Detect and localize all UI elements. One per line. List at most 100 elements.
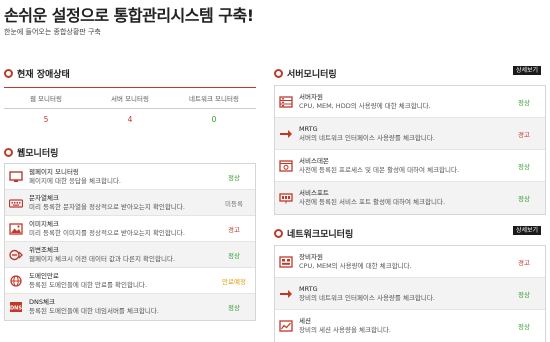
server-monitor-item-text: 서비스데몬 사전에 등록된 프로세스 및 데몬 활성에 대하여 체크합니다. (299, 157, 503, 175)
network-monitor-item-status: 경고 (518, 258, 530, 267)
mrtg-icon (279, 288, 293, 300)
ring-bullet-icon (274, 69, 283, 78)
server-monitor-item[interactable]: 서버자원 CPU, MEM, HDD의 사용량에 대한 체크합니다. 정상 (275, 86, 545, 118)
ring-bullet-icon (274, 229, 283, 238)
tamper-icon (9, 249, 23, 261)
web-monitor-item-text: 도메인만료 등록된 도메인들에 대한 만료를 확인합니다. (29, 272, 213, 290)
server-monitor-item-status: 경고 (518, 130, 530, 139)
server-monitor-item-status: 정상 (518, 98, 530, 107)
server-monitor-item-title: MRTG (299, 124, 318, 133)
status-header-row: 웹 모니터링 서버 모니터링 네트워크 모니터링 (4, 88, 256, 109)
status-value-network[interactable]: 0 (172, 115, 256, 124)
web-monitor-item-status: 정상 (228, 304, 240, 312)
web-monitor-item-status: 만료예정 (222, 277, 246, 286)
daemon-icon (279, 159, 293, 172)
web-monitor-item[interactable]: 도메인만료 등록된 도메인들에 대한 만료를 확인합니다. 만료예정 (5, 268, 255, 294)
web-monitor-item[interactable]: 문자열체크 미리 등록한 문자열을 정상적으로 받아오는지 확인합니다. 미등록 (5, 190, 255, 216)
web-monitor-item[interactable]: 이미지체크 미리 등록한 이미지를 정상적으로 받아오는지 확인합니다. 경고 (5, 216, 255, 242)
dns-icon: DNS (9, 301, 23, 313)
server-monitor-item-title: 서비스포트 (299, 189, 329, 197)
web-monitor-item-text: 웹페이지 모니터링 페이지에 대한 응답을 체크합니다. (29, 168, 213, 186)
web-monitor-item-status: 경고 (228, 225, 240, 234)
network-monitor-item-title: 세션 (299, 317, 311, 325)
network-monitor-item-desc: 장비의 네트워크 인터페이스 사용량를 체크합니다. (299, 293, 435, 302)
web-monitor-item-status: 미등록 (225, 199, 243, 208)
globe-icon (9, 274, 23, 287)
ring-bullet-icon (4, 148, 13, 157)
server-monitor-item-title: 서비스데몬 (299, 156, 329, 165)
web-monitoring-heading: 웹모니터링 (4, 146, 58, 159)
server-monitor-item[interactable]: MRTG 서버의 네트워크 인터페이스 사용량를 체크합니다. 경고 (275, 118, 545, 150)
web-monitor-item-status: 정상 (228, 251, 240, 260)
server-monitor-item-status: 정상 (518, 162, 530, 171)
web-monitor-item-text: 이미지체크 미리 등록한 이미지를 정상적으로 받아오는지 확인합니다. (29, 220, 213, 238)
web-monitor-item-desc: 페이지에 대한 응답을 체크합니다. (29, 176, 121, 185)
web-monitoring-title: 웹모니터링 (17, 149, 59, 159)
web-monitor-item-title: 도메인만료 (29, 271, 59, 280)
web-monitor-item-desc: 미리 등록한 문자열을 정상적으로 받아오는지 확인합니다. (29, 202, 185, 211)
current-status-title: 현재 장애상태 (17, 70, 70, 80)
web-monitor-item-title: 웹페이지 모니터링 (29, 167, 79, 176)
server-monitor-item-status: 정상 (518, 195, 530, 203)
port-icon (279, 192, 293, 204)
network-monitor-item[interactable]: MRTG 장비의 네트워크 인터페이스 사용량를 체크합니다. 정상 (275, 278, 545, 310)
web-monitor-item[interactable]: 웹페이지 모니터링 페이지에 대한 응답을 체크합니다. 정상 (5, 164, 255, 190)
network-monitor-item-desc: 장비의 세션 사용량을 체크합니다. (299, 326, 391, 334)
web-monitor-item-title: 이미지체크 (29, 219, 59, 228)
session-icon (279, 320, 293, 332)
network-monitor-item-title: 장비자원 (299, 252, 323, 261)
web-monitor-item-text: 문자열체크 미리 등록한 문자열을 정상적으로 받아오는지 확인합니다. (29, 194, 213, 212)
network-monitoring-heading: 네트워크모니터링 (274, 227, 353, 240)
keyboard-icon (9, 197, 23, 209)
status-col-web: 웹 모니터링 (30, 95, 62, 103)
server-monitor-item-text: 서버자원 CPU, MEM, HDD의 사용량에 대한 체크합니다. (299, 93, 503, 111)
server-icon (279, 95, 293, 108)
web-monitor-item-desc: 미리 등록한 이미지를 정상적으로 받아오는지 확인합니다. (29, 228, 185, 237)
server-monitoring-title: 서버모니터링 (287, 70, 337, 80)
svg-text:DNS: DNS (10, 305, 22, 311)
web-monitor-item[interactable]: 위변조체크 웹페이지 체크시 이전 데이터 값과 다른지 확인합니다. 정상 (5, 242, 255, 268)
web-monitor-item-desc: 등록된 도메인들에 대한 만료를 확인합니다. (29, 280, 147, 289)
network-monitoring-list: 장비자원 CPU, MEM의 사용량에 대한 체크합니다. 경고 MRTG 장비의 네트… (274, 245, 546, 342)
device-icon (279, 255, 293, 268)
network-monitor-item[interactable]: 장비자원 CPU, MEM의 사용량에 대한 체크합니다. 경고 (275, 246, 545, 278)
server-more-button[interactable]: 상세보기 (513, 66, 542, 75)
server-monitor-item-title: 서버자원 (299, 92, 323, 101)
web-monitor-item-title: 문자열체크 (29, 193, 59, 202)
web-monitor-item-text: DNS체크 등록된 도메인들에 대한 네임서버를 체크합니다. (29, 298, 213, 316)
status-col-server: 서버 모니터링 (111, 95, 149, 103)
network-more-button[interactable]: 상세보기 (513, 226, 542, 235)
web-monitor-item-title: DNS체크 (29, 298, 55, 306)
network-monitor-item-status: 정상 (518, 290, 530, 299)
network-monitor-item[interactable]: 세션 장비의 세션 사용량을 체크합니다. 정상 (275, 310, 545, 342)
page-title: 손쉬운 설정으로 통합관리시스템 구축! (4, 6, 254, 25)
web-monitor-item-desc: 웹페이지 체크시 이전 데이터 값과 다른지 확인합니다. (29, 254, 176, 263)
network-monitor-item-status: 정상 (518, 323, 530, 331)
status-value-server[interactable]: 4 (88, 115, 172, 124)
server-monitor-item-text: MRTG 서버의 네트워크 인터페이스 사용량를 체크합니다. (299, 125, 503, 143)
server-monitoring-list: 서버자원 CPU, MEM, HDD의 사용량에 대한 체크합니다. 정상 MRTG 서… (274, 85, 546, 215)
server-monitor-item-text: 서비스포트 사전에 등록된 서비스 포트 활성에 대하여 체크합니다. (299, 189, 503, 207)
image-icon (9, 222, 23, 235)
web-monitor-item-title: 위변조체크 (29, 245, 59, 254)
status-col-network: 네트워크 모니터링 (189, 95, 239, 103)
status-value-row: 5 4 0 (4, 109, 256, 130)
server-monitor-item-desc: CPU, MEM, HDD의 사용량에 대한 체크합니다. (299, 101, 431, 110)
network-monitor-item-text: MRTG 장비의 네트워크 인터페이스 사용량를 체크합니다. (299, 285, 503, 303)
page-subtitle: 한눈에 들어오는 종합상황판 구축 (4, 28, 101, 36)
mrtg-icon (279, 128, 293, 140)
web-monitor-item[interactable]: DNS DNS체크 등록된 도메인들에 대한 네임서버를 체크합니다. 정상 (5, 294, 255, 320)
network-monitor-item-text: 세션 장비의 세션 사용량을 체크합니다. (299, 317, 503, 335)
server-monitor-item[interactable]: 서비스데몬 사전에 등록된 프로세스 및 데몬 활성에 대하여 체크합니다. 정상 (275, 150, 545, 182)
web-monitor-item-text: 위변조체크 웹페이지 체크시 이전 데이터 값과 다른지 확인합니다. (29, 246, 213, 264)
network-monitor-item-desc: CPU, MEM의 사용량에 대한 체크합니다. (299, 261, 412, 270)
server-monitoring-heading: 서버모니터링 (274, 67, 337, 80)
status-value-web[interactable]: 5 (4, 115, 88, 124)
server-monitor-item[interactable]: 서비스포트 사전에 등록된 서비스 포트 활성에 대하여 체크합니다. 정상 (275, 182, 545, 214)
server-monitor-item-desc: 서버의 네트워크 인터페이스 사용량를 체크합니다. (299, 133, 435, 142)
server-monitor-item-desc: 사전에 등록된 서비스 포트 활성에 대하여 체크합니다. (299, 198, 446, 206)
web-monitor-item-desc: 등록된 도메인들에 대한 네임서버를 체크합니다. (29, 307, 159, 315)
current-status-heading: 현재 장애상태 (4, 67, 70, 80)
server-monitor-item-desc: 사전에 등록된 프로세스 및 데몬 활성에 대하여 체크합니다. (299, 165, 460, 174)
web-monitor-item-status: 정상 (228, 173, 240, 182)
